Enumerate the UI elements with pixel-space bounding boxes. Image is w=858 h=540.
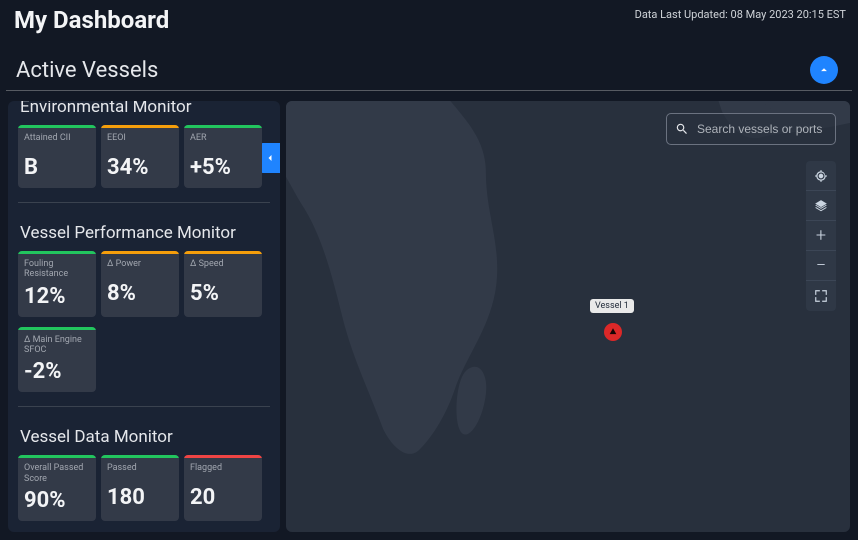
map[interactable]: + − Vessel 1 [286,101,850,532]
locate-button[interactable] [806,161,836,191]
search-box[interactable] [666,113,836,145]
metric-card-power[interactable]: Δ Power 8% [101,251,179,317]
zoom-in-button[interactable]: + [806,221,836,251]
performance-heading: Vessel Performance Monitor [18,223,270,251]
metric-label: EEOI [107,133,173,151]
divider [18,202,270,203]
status-bar [18,251,96,254]
metric-label: Overall Passed Score [24,463,90,484]
zoom-out-button[interactable]: − [806,251,836,281]
crosshair-icon [814,169,828,183]
chevron-up-icon [817,63,831,77]
status-bar [101,251,179,254]
metric-card-eeoi[interactable]: EEOI 34% [101,125,179,188]
metric-label: AER [190,133,256,151]
metric-label: Fouling Resistance [24,259,90,280]
metric-card-overall[interactable]: Overall Passed Score 90% [18,455,96,521]
metric-card-fouling[interactable]: Fouling Resistance 12% [18,251,96,317]
metrics-panel: Environmental Monitor Attained CII B EEO… [8,101,280,532]
metric-value: 34% [107,155,173,180]
search-icon [675,122,689,136]
metric-value: +5% [190,155,256,180]
map-controls: + − [806,161,836,311]
metric-value: 5% [190,281,256,306]
data-heading: Vessel Data Monitor [18,427,270,455]
vessel-icon [608,327,618,337]
status-bar [184,125,262,128]
search-input[interactable] [697,122,850,136]
metric-card-flagged[interactable]: Flagged 20 [184,455,262,521]
metric-card-speed[interactable]: Δ Speed 5% [184,251,262,317]
vessel-marker[interactable] [604,323,622,341]
metric-label: Δ Speed [190,259,256,277]
metric-card-sfoc[interactable]: Δ Main Engine SFOC -2% [18,327,96,393]
metric-value: 8% [107,281,173,306]
metric-value: 180 [107,485,173,510]
status-bar [18,125,96,128]
metric-card-attained-cii[interactable]: Attained CII B [18,125,96,188]
metric-label: Attained CII [24,133,90,151]
layers-icon [814,199,828,213]
vessel-label: Vessel 1 [590,299,634,313]
metric-value: B [24,155,90,180]
collapse-section-button[interactable] [810,56,838,84]
metric-value: 90% [24,488,90,513]
last-updated: Data Last Updated: 08 May 2023 20:15 EST [635,6,846,21]
metric-card-aer[interactable]: AER +5% [184,125,262,188]
status-bar [101,455,179,458]
layers-button[interactable] [806,191,836,221]
expand-icon [814,289,828,303]
minus-icon: − [816,257,826,275]
plus-icon: + [816,227,826,245]
divider [18,406,270,407]
map-landmass [286,101,850,532]
section-title: Active Vessels [16,58,158,83]
metric-value: 12% [24,284,90,309]
fullscreen-button[interactable] [806,281,836,311]
metric-value: 20 [190,485,256,510]
status-bar [101,125,179,128]
metric-label: Flagged [190,463,256,481]
metric-card-passed[interactable]: Passed 180 [101,455,179,521]
collapse-panel-button[interactable] [259,143,280,173]
metric-value: -2% [24,359,90,384]
status-bar [184,455,262,458]
status-bar [18,327,96,330]
environmental-heading: Environmental Monitor [18,101,270,125]
page-title: My Dashboard [14,6,169,34]
metric-label: Passed [107,463,173,481]
metric-label: Δ Power [107,259,173,277]
status-bar [184,251,262,254]
status-bar [18,455,96,458]
metric-label: Δ Main Engine SFOC [24,335,90,356]
chevron-left-icon [264,152,276,164]
